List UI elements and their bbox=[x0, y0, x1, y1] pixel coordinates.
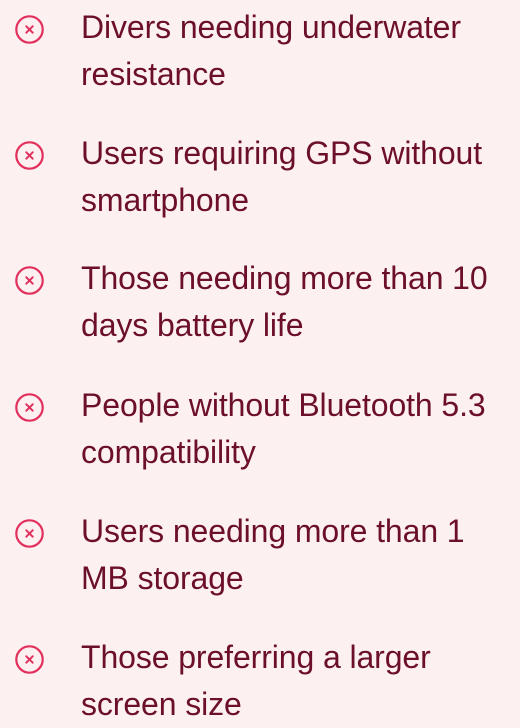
list-item: Users requiring GPS without smartphone bbox=[0, 130, 520, 240]
list-item-label: Those preferring a larger screen size bbox=[81, 639, 431, 722]
list-item-label: Those needing more than 10 days battery … bbox=[81, 260, 488, 343]
close-circle-icon bbox=[14, 392, 45, 423]
list-item: People without Bluetooth 5.3 compatibili… bbox=[0, 382, 520, 492]
close-circle-icon bbox=[14, 140, 45, 171]
list-item: Divers needing underwater resistance bbox=[0, 4, 520, 114]
not-suitable-for-list: Divers needing underwater resistance Use… bbox=[0, 0, 520, 726]
list-item: Those preferring a larger screen size bbox=[0, 634, 520, 726]
list-item: Users needing more than 1 MB storage bbox=[0, 508, 520, 618]
close-circle-icon bbox=[14, 644, 45, 675]
list-item-label: Users needing more than 1 MB storage bbox=[81, 513, 465, 596]
list-item-label: People without Bluetooth 5.3 compatibili… bbox=[81, 387, 486, 470]
close-circle-icon bbox=[14, 518, 45, 549]
list-item-label: Divers needing underwater resistance bbox=[81, 9, 461, 92]
list-item: Those needing more than 10 days battery … bbox=[0, 255, 520, 365]
close-circle-icon bbox=[14, 14, 45, 45]
close-circle-icon bbox=[14, 265, 45, 296]
list-item-label: Users requiring GPS without smartphone bbox=[81, 135, 483, 218]
